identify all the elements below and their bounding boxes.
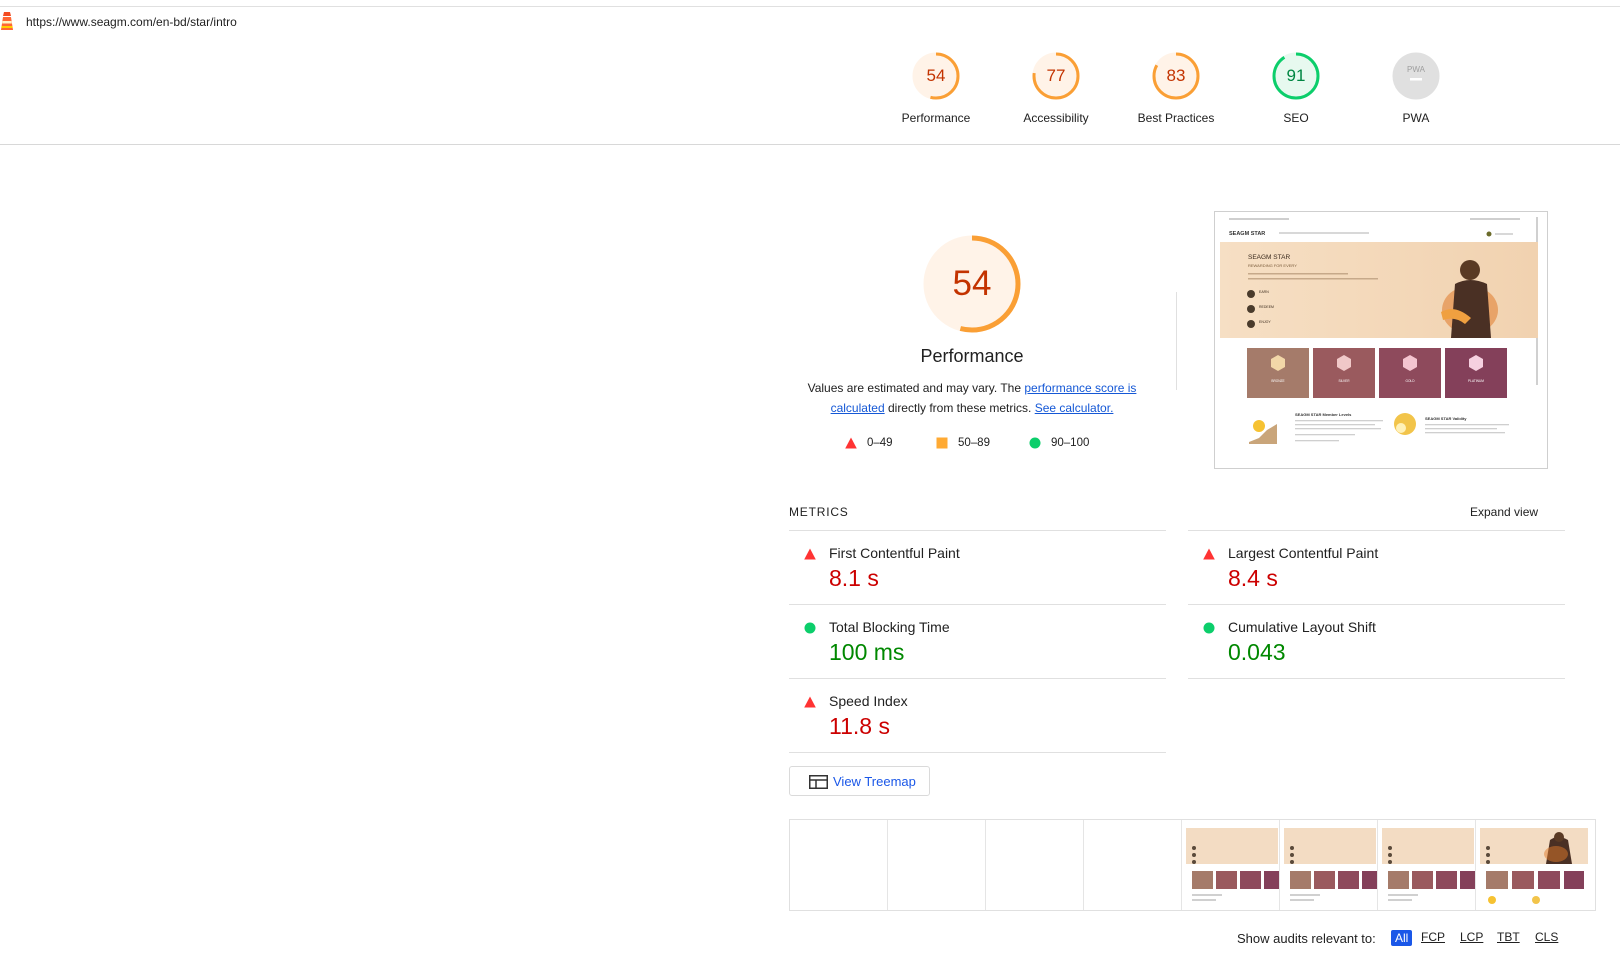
see-calculator-link[interactable]: See calculator.: [1035, 401, 1114, 415]
gauge-score: [1356, 51, 1476, 101]
shot-tier-silver: SILVER: [1338, 379, 1350, 383]
desc-prefix: Values are estimated and may vary. The: [807, 381, 1025, 395]
fail-triangle-icon: [1203, 548, 1215, 560]
score-legend: 0–49 50–89 90–100: [845, 437, 1105, 453]
metric-first-contentful-paint: First Contentful Paint 8.1 s: [789, 530, 1166, 604]
report-url[interactable]: https://www.seagm.com/en-bd/star/intro: [26, 15, 237, 29]
url-bar: [0, 6, 1620, 39]
metric-value: 100 ms: [829, 639, 905, 665]
circle-icon: [1029, 437, 1041, 449]
fail-triangle-icon: [804, 696, 816, 708]
treemap-icon: [809, 775, 828, 789]
gauge-performance[interactable]: 54 Performance: [876, 51, 996, 125]
gauge-accessibility[interactable]: 77 Accessibility: [996, 51, 1116, 125]
shot-tier-bronze: BRONZE: [1271, 379, 1284, 383]
view-treemap-label: View Treemap: [833, 774, 916, 789]
performance-score: 54: [952, 264, 992, 303]
metrics-title: METRICS: [789, 505, 849, 519]
metric-name: Total Blocking Time: [829, 619, 950, 635]
shot-step-enjoy: ENJOY: [1259, 320, 1271, 324]
gauge-label: Best Practices: [1137, 111, 1215, 125]
metric-speed-index: Speed Index 11.8 s: [789, 678, 1166, 753]
square-icon: [936, 437, 948, 449]
legend-pass: 90–100: [1029, 437, 1089, 449]
filter-chip-fcp[interactable]: FCP: [1421, 930, 1445, 944]
filter-chip-tbt[interactable]: TBT: [1497, 930, 1520, 944]
lighthouse-logo-icon: [1, 12, 13, 30]
filmstrip-frame: [888, 820, 986, 910]
gauge-label: Accessibility: [1023, 111, 1089, 125]
gauge-score: 91: [1286, 66, 1306, 85]
metric-total-blocking-time: Total Blocking Time 100 ms: [789, 604, 1166, 678]
gauge-label: PWA: [1402, 111, 1430, 125]
triangle-icon: [845, 437, 857, 449]
expand-view-toggle[interactable]: Expand view: [1470, 505, 1538, 519]
gauge-best-practices[interactable]: 83 Best Practices: [1116, 51, 1236, 125]
shot-tier-platinum: PLATINUM: [1468, 379, 1484, 383]
performance-title: Performance: [920, 346, 1024, 366]
filmstrip-frame: [1476, 820, 1595, 910]
gauge-seo[interactable]: 91 SEO: [1236, 51, 1356, 125]
shot-subline: REWARDING FOR EVERY: [1248, 263, 1297, 268]
shot-bottom-title-1: SEAGM STAR Member Levels: [1295, 412, 1352, 417]
filmstrip-frame: [1280, 820, 1378, 910]
final-screenshot-image: SEAGM STAR SEAGM STAR REWARDING FOR EVER…: [1215, 212, 1547, 468]
gauge-score: 54: [926, 66, 946, 85]
gauge-label: Performance: [901, 111, 971, 125]
metric-value: 11.8 s: [829, 713, 890, 739]
metric-largest-contentful-paint: Largest Contentful Paint 8.4 s: [1188, 530, 1565, 604]
filter-chip-all[interactable]: All: [1391, 930, 1413, 946]
fail-triangle-icon: [804, 548, 816, 560]
filmstrip-frame: [1182, 820, 1280, 910]
gauge-pwa[interactable]: PWA PWA: [1356, 51, 1476, 125]
shot-bottom-title-2: SEAGM STAR Validity: [1425, 416, 1467, 421]
metric-name: First Contentful Paint: [829, 545, 960, 561]
final-screenshot[interactable]: SEAGM STAR SEAGM STAR REWARDING FOR EVER…: [1214, 211, 1548, 469]
metric-name: Largest Contentful Paint: [1228, 545, 1379, 561]
filmstrip-frame: [986, 820, 1084, 910]
performance-description: Values are estimated and may vary. The p…: [800, 378, 1144, 418]
legend-pass-range: 90–100: [1051, 437, 1090, 449]
shot-step-earn: EARN: [1259, 290, 1269, 294]
filmstrip: [789, 819, 1596, 911]
metric-cumulative-layout-shift: Cumulative Layout Shift 0.043: [1188, 604, 1565, 679]
gauge-score: 77: [1046, 66, 1066, 85]
pass-circle-icon: [804, 622, 816, 634]
metric-value: 0.043: [1228, 639, 1286, 665]
legend-average: 50–89: [936, 437, 990, 449]
filmstrip-frame: [1378, 820, 1476, 910]
shot-brand: SEAGM STAR: [1229, 231, 1265, 237]
filmstrip-frame: [1084, 820, 1182, 910]
shot-step-redeem: REDEEM: [1259, 305, 1274, 309]
gauge-label: SEO: [1283, 111, 1309, 125]
legend-fail: 0–49: [845, 437, 893, 449]
shot-headline: SEAGM STAR: [1248, 254, 1290, 261]
filter-chip-cls[interactable]: CLS: [1535, 930, 1558, 944]
gauge-score: 83: [1166, 66, 1186, 85]
summary-divider: [1176, 292, 1177, 390]
audit-filter-label: Show audits relevant to:: [1237, 931, 1376, 946]
metric-value: 8.4 s: [1228, 565, 1278, 591]
legend-fail-range: 0–49: [867, 437, 893, 449]
filter-chip-lcp[interactable]: LCP: [1460, 930, 1483, 944]
metric-value: 8.1 s: [829, 565, 879, 591]
metric-name: Cumulative Layout Shift: [1228, 619, 1376, 635]
metric-name: Speed Index: [829, 693, 908, 709]
desc-mid: directly from these metrics.: [884, 401, 1035, 415]
legend-average-range: 50–89: [958, 437, 990, 449]
view-treemap-button[interactable]: View Treemap: [789, 766, 930, 796]
shot-tier-gold: GOLD: [1405, 379, 1415, 383]
filmstrip-frame: [790, 820, 888, 910]
pass-circle-icon: [1203, 622, 1215, 634]
